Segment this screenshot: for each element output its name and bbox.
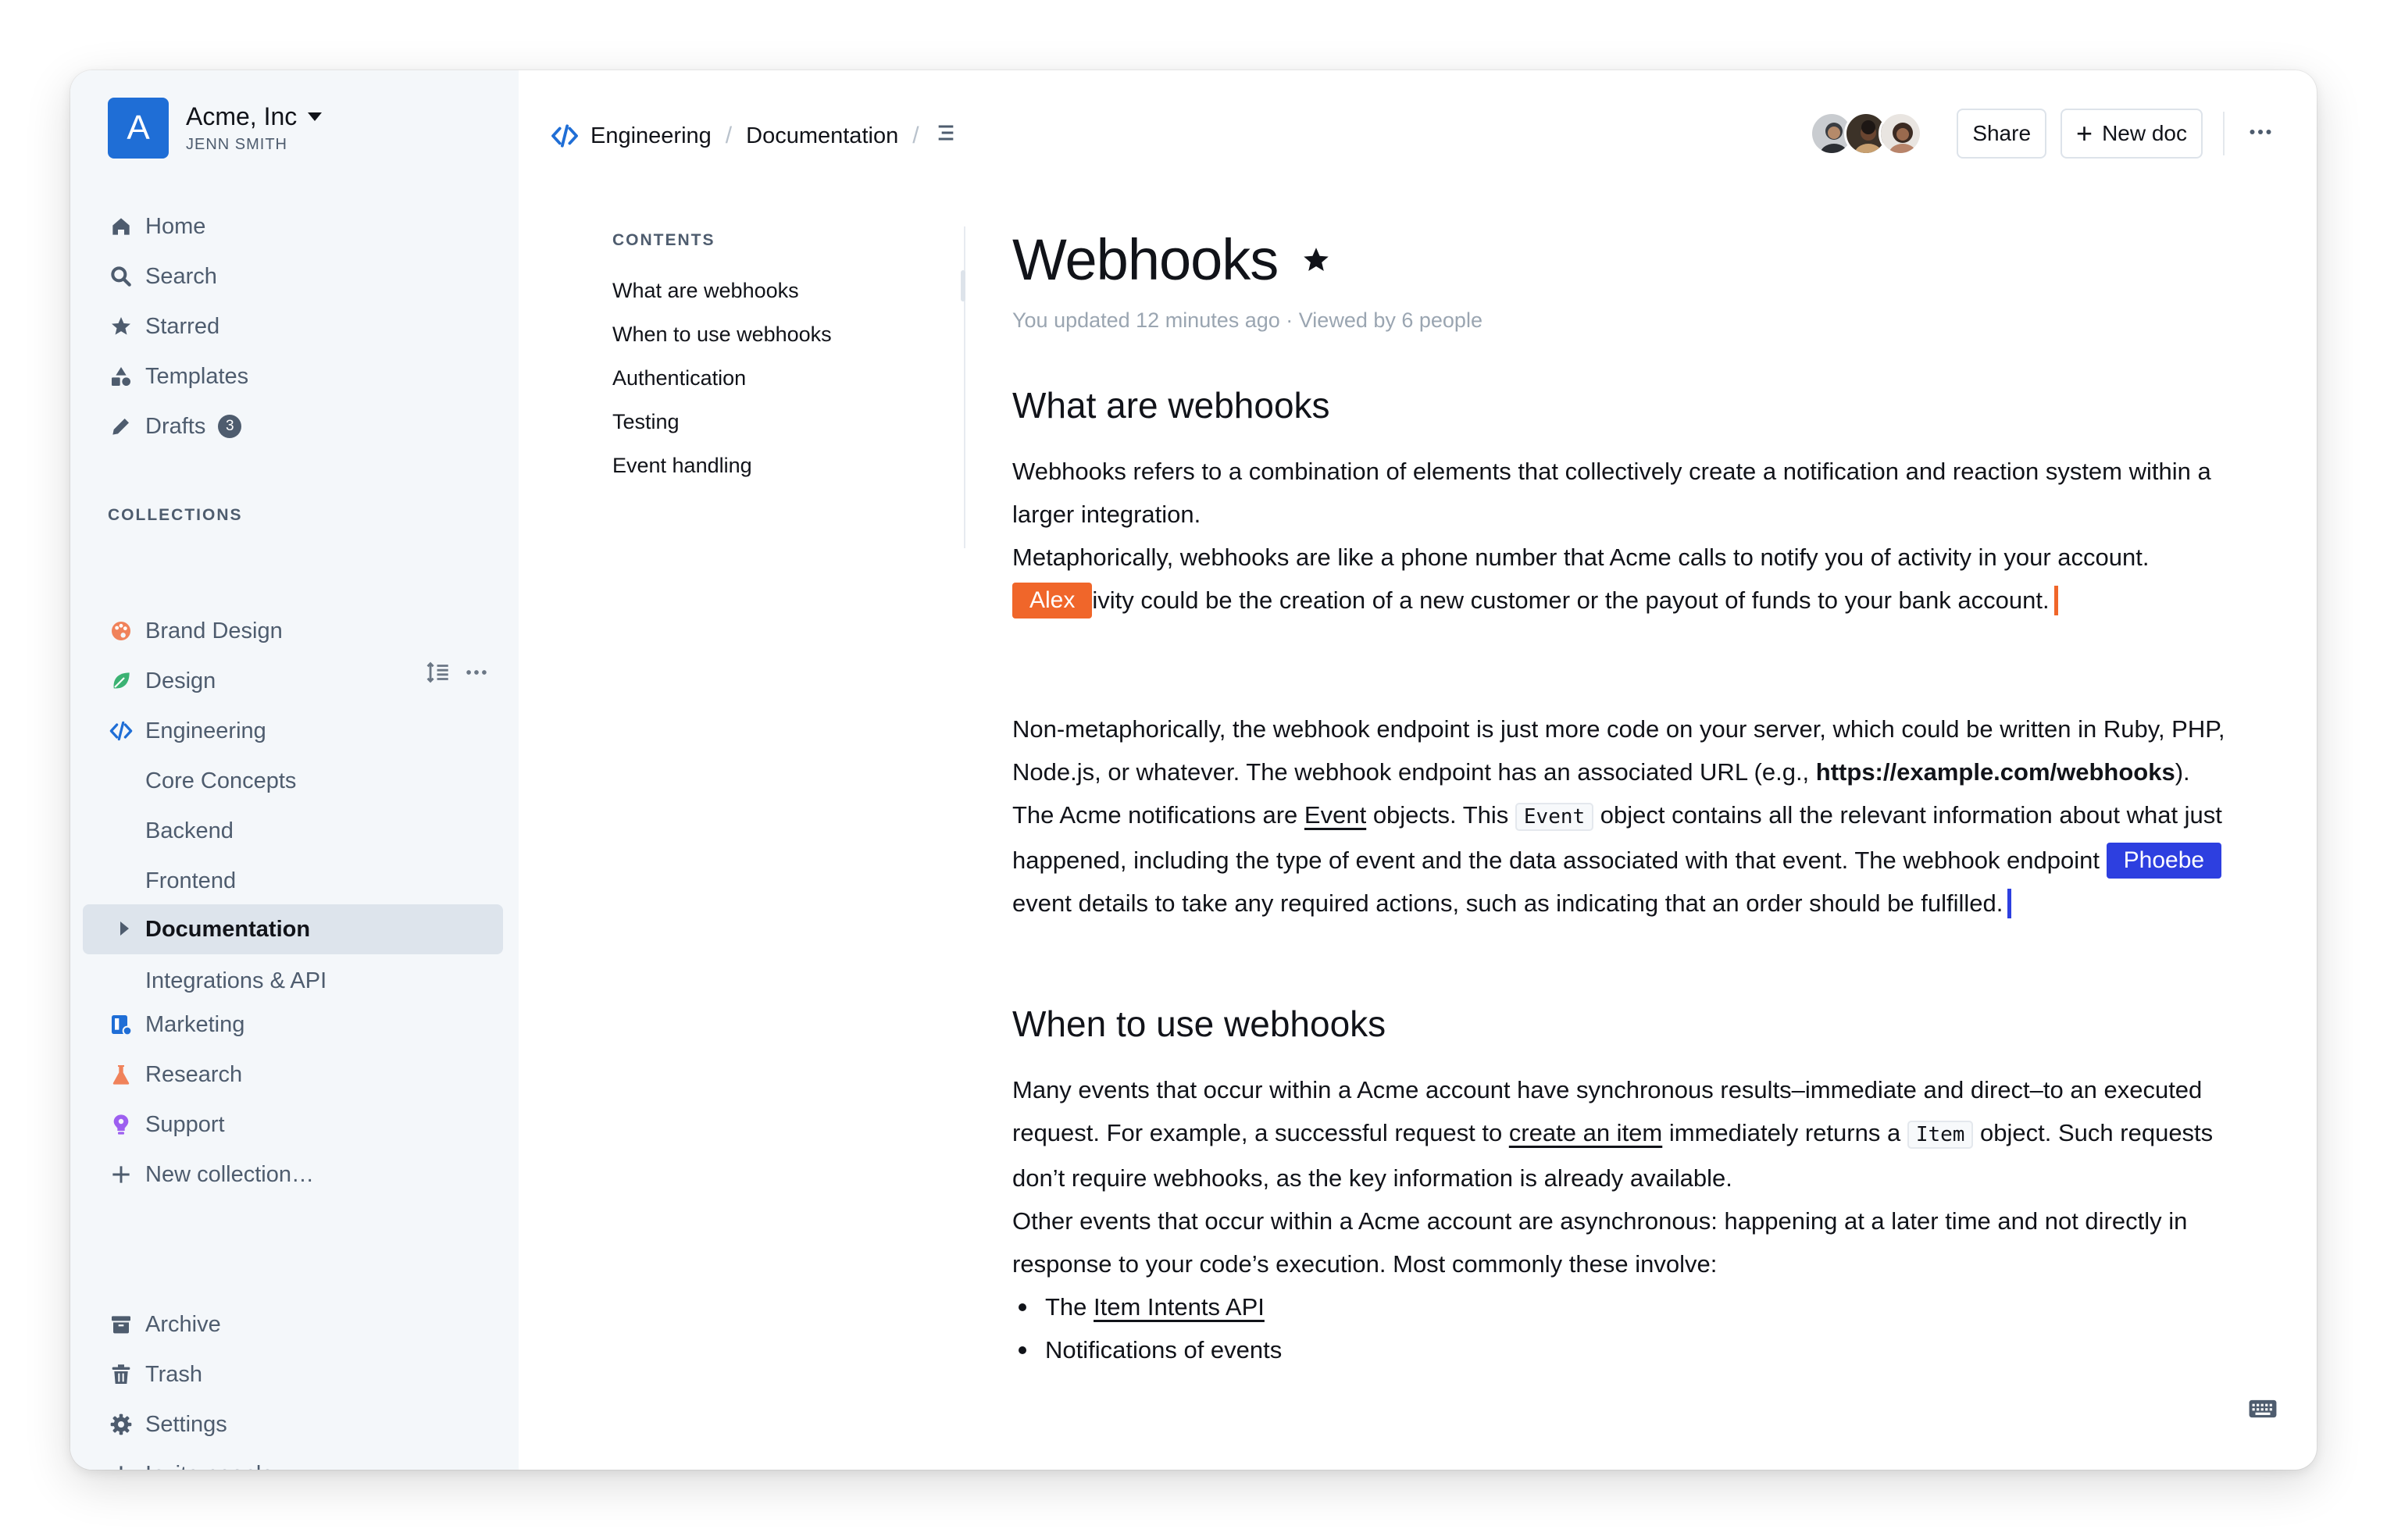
team-name: Acme, Inc <box>186 102 298 130</box>
table-of-contents: CONTENTS What are webhooks When to use w… <box>612 231 1034 487</box>
new-collection-button[interactable]: New collection… <box>108 1154 314 1195</box>
document-meta: You updated 12 minutes ago · Viewed by 6… <box>1012 308 1483 332</box>
more-icon[interactable] <box>462 659 491 690</box>
sidebar-item-engineering[interactable]: Engineering <box>108 711 266 751</box>
sidebar-item-documentation[interactable]: Documentation <box>83 904 503 954</box>
share-button[interactable]: Share <box>1957 109 2047 159</box>
search-icon <box>108 263 134 290</box>
breadcrumb-document[interactable]: Documentation <box>746 123 898 149</box>
collections-heading: COLLECTIONS <box>108 506 243 524</box>
drafts-count-badge: 3 <box>218 415 242 438</box>
toc-item[interactable]: Event handling <box>612 444 1034 487</box>
section-heading: What are webhooks <box>1012 385 1330 426</box>
list-item: Notifications of events <box>1012 1328 2231 1371</box>
document-body[interactable]: Webhooks You updated 12 minutes ago · Vi… <box>1012 226 2231 1371</box>
paragraph: Metaphorically, webhooks are like a phon… <box>1012 536 2231 622</box>
sidebar-item-archive[interactable]: Archive <box>108 1304 221 1345</box>
leaf-icon <box>108 668 134 694</box>
toc-item[interactable]: Testing <box>612 400 1034 444</box>
breadcrumb-separator: / <box>912 123 919 148</box>
toc-item[interactable]: What are webhooks <box>612 269 1034 312</box>
invite-people-button[interactable]: Invite people… <box>108 1454 296 1470</box>
team-logo: A <box>108 98 169 159</box>
breadcrumb-collection[interactable]: Engineering <box>591 123 712 149</box>
pencil-icon <box>108 413 134 440</box>
toc-item[interactable]: When to use webhooks <box>612 312 1034 356</box>
url-text: https://example.com/webhooks <box>1815 758 2175 786</box>
paragraph: Other events that occur within a Acme ac… <box>1012 1207 2188 1278</box>
section-heading: When to use webhooks <box>1012 1003 1386 1044</box>
sidebar-item-frontend[interactable]: Frontend <box>145 861 236 901</box>
more-icon[interactable] <box>2245 118 2276 150</box>
sidebar-item-drafts[interactable]: Drafts 3 <box>108 406 242 447</box>
templates-icon <box>108 363 134 390</box>
sidebar-item-core-concepts[interactable]: Core Concepts <box>145 761 296 801</box>
sidebar-item-settings[interactable]: Settings <box>108 1404 227 1445</box>
list-item: The Item Intents API <box>1012 1285 2231 1328</box>
event-link[interactable]: Event <box>1304 801 1366 829</box>
toc-item[interactable]: Authentication <box>612 356 1034 400</box>
marketing-icon <box>108 1011 134 1038</box>
team-switcher[interactable]: A Acme, Inc JENN SMITH <box>108 97 323 159</box>
sidebar-item-home[interactable]: Home <box>108 206 205 247</box>
create-item-link[interactable]: create an item <box>1509 1119 1662 1146</box>
header-actions: Share + New doc <box>1810 108 2276 159</box>
sidebar: A Acme, Inc JENN SMITH Home Search Starr… <box>70 70 519 1470</box>
sidebar-item-marketing[interactable]: Marketing <box>108 1004 244 1045</box>
toc-active-marker <box>961 270 965 301</box>
flask-icon <box>108 1061 134 1088</box>
sidebar-item-brand-design[interactable]: Brand Design <box>108 611 283 651</box>
lightbulb-icon <box>108 1111 134 1138</box>
paragraph: Many events that occur within a Acme acc… <box>1012 1076 2214 1192</box>
inline-code: Event <box>1515 803 1594 831</box>
collaborator-cursor-label: Alex <box>1012 582 1093 618</box>
sort-icon[interactable] <box>425 659 451 690</box>
inline-code: Item <box>1907 1121 1974 1149</box>
sidebar-item-starred[interactable]: Starred <box>108 306 219 347</box>
plus-icon <box>108 1161 134 1188</box>
code-icon <box>550 121 580 151</box>
engineering-actions <box>425 659 491 690</box>
collaborator-avatars[interactable] <box>1810 112 1923 155</box>
sidebar-item-backend[interactable]: Backend <box>145 811 234 851</box>
collaborator-cursor-label: Phoebe <box>2106 842 2222 879</box>
expand-triangle-icon[interactable] <box>120 922 129 936</box>
user-name: JENN SMITH <box>186 136 287 153</box>
menu-icon[interactable] <box>933 120 958 152</box>
bullet-list: The Item Intents API Notifications of ev… <box>1012 1285 2231 1371</box>
document-header: Engineering / Documentation / Share + Ne… <box>519 70 2317 195</box>
paragraph: Non-metaphorically, the webhook endpoint… <box>1012 715 2225 918</box>
sidebar-item-support[interactable]: Support <box>108 1104 225 1145</box>
home-icon <box>108 213 134 240</box>
sidebar-item-research[interactable]: Research <box>108 1054 242 1095</box>
star-icon <box>108 313 134 340</box>
collaborator-caret <box>2053 585 2058 615</box>
sidebar-item-templates[interactable]: Templates <box>108 356 248 397</box>
breadcrumb: Engineering / Documentation / <box>550 112 958 159</box>
avatar[interactable] <box>1879 112 1923 155</box>
contents-heading: CONTENTS <box>612 231 715 249</box>
palette-icon <box>108 618 134 644</box>
breadcrumb-separator: / <box>725 123 733 148</box>
trash-icon <box>108 1361 134 1388</box>
sidebar-item-design[interactable]: Design <box>108 661 216 701</box>
star-icon[interactable] <box>1300 244 1333 276</box>
chevron-down-icon <box>308 112 323 121</box>
item-intents-link[interactable]: Item Intents API <box>1094 1293 1265 1321</box>
code-icon <box>108 718 134 744</box>
sidebar-item-trash[interactable]: Trash <box>108 1354 202 1395</box>
plus-icon: + <box>2076 117 2093 149</box>
keyboard-icon[interactable] <box>2248 1397 2278 1424</box>
app-window: A Acme, Inc JENN SMITH Home Search Starr… <box>70 70 2317 1470</box>
sidebar-item-search[interactable]: Search <box>108 256 217 297</box>
paragraph: Webhooks refers to a combination of elem… <box>1012 458 2211 528</box>
new-doc-button[interactable]: + New doc <box>2061 109 2203 159</box>
sidebar-item-integrations-api[interactable]: Integrations & API <box>145 961 326 1001</box>
plus-icon <box>108 1461 134 1470</box>
divider <box>2223 112 2225 155</box>
document-title[interactable]: Webhooks <box>1012 226 1279 293</box>
collaborator-caret <box>2007 888 2012 918</box>
gear-icon <box>108 1411 134 1438</box>
archive-icon <box>108 1311 134 1338</box>
